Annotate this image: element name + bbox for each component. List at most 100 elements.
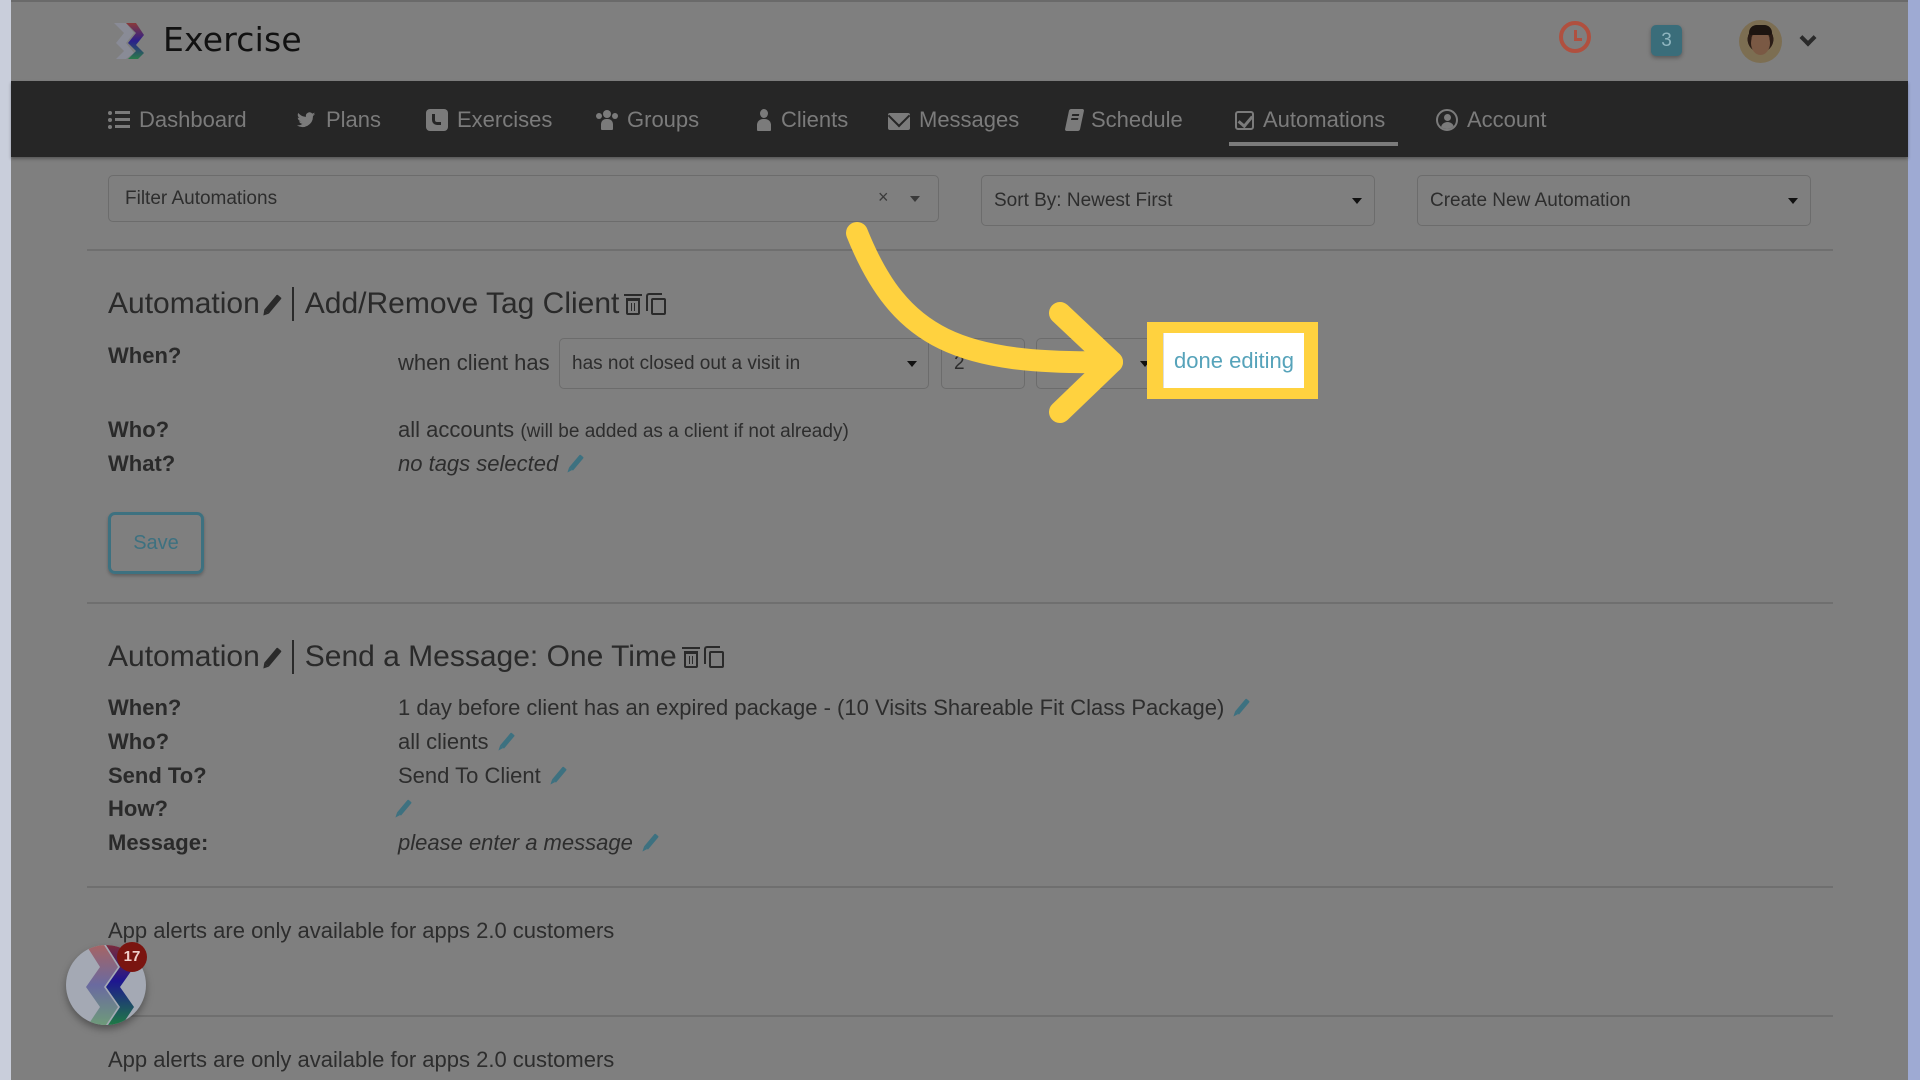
edit-how-pencil-icon[interactable]: [397, 799, 412, 816]
sort-by-value: Sort By: Newest First: [994, 189, 1173, 211]
automation-title: Add/Remove Tag Client: [304, 287, 620, 320]
save-button[interactable]: Save: [108, 512, 204, 574]
send-to-label: Send To?: [108, 763, 207, 788]
message-label: Message:: [108, 830, 209, 855]
book-icon: [1064, 109, 1085, 131]
highlight-box: done editing: [1147, 322, 1318, 399]
chevron-down-icon[interactable]: [1799, 29, 1817, 47]
when-label: When?: [108, 343, 182, 368]
floating-notification-badge[interactable]: 17: [117, 942, 147, 972]
edit-send-to-pencil-icon[interactable]: [551, 766, 567, 783]
edit-when-pencil-icon[interactable]: [1235, 698, 1251, 715]
who-label: Who?: [108, 729, 170, 754]
filter-automations-input[interactable]: Filter Automations ×: [108, 175, 939, 222]
automation-title: Send a Message: One Time: [304, 640, 677, 673]
section-divider: [87, 1015, 1833, 1017]
nav-item-groups[interactable]: Groups: [596, 105, 699, 135]
window-edge-right: [1908, 0, 1920, 1080]
main-nav: Dashboard Plans Exercises Groups Clients…: [11, 81, 1908, 157]
create-new-automation-label: Create New Automation: [1430, 189, 1631, 211]
unit-select[interactable]: [1036, 338, 1161, 389]
app-alerts-notice: App alerts are only available for apps 2…: [108, 1047, 615, 1072]
edit-name-pencil-icon[interactable]: [264, 294, 282, 314]
how-value: [392, 796, 413, 822]
envelope-icon: [888, 112, 910, 130]
done-editing-link[interactable]: done editing: [1163, 333, 1304, 388]
message-value-text: please enter a message: [398, 830, 633, 855]
when-label: When?: [108, 695, 182, 720]
app-logo-icon[interactable]: [112, 21, 152, 61]
nav-item-clients[interactable]: Clients: [756, 105, 848, 135]
nav-item-plans[interactable]: Plans: [295, 105, 381, 135]
condition-select-value: has not closed out a visit in: [572, 352, 801, 374]
edit-name-pencil-icon[interactable]: [264, 647, 282, 667]
count-input-value: 2: [954, 352, 965, 374]
app-header: Exercise 3: [11, 2, 1908, 81]
section-divider: [87, 249, 1833, 251]
window-edge-left: [0, 0, 11, 1080]
section-divider: [87, 602, 1833, 604]
heading-separator: [291, 287, 294, 321]
trash-icon[interactable]: [624, 293, 643, 315]
condition-select[interactable]: has not closed out a visit in: [559, 338, 929, 389]
nav-item-exercises[interactable]: Exercises: [426, 105, 552, 135]
nav-label: Messages: [919, 107, 1020, 132]
nav-item-schedule[interactable]: Schedule: [1064, 105, 1183, 135]
automation-2-heading: Automation Send a Message: One Time: [108, 640, 724, 674]
what-value: no tags selected: [398, 451, 585, 477]
copy-icon[interactable]: [646, 293, 667, 315]
count-input[interactable]: 2: [941, 338, 1025, 389]
who-label: Who?: [108, 417, 170, 442]
when-prefix: when client has: [398, 350, 550, 375]
send-to-value-text: Send To Client: [398, 763, 541, 788]
nav-item-dashboard[interactable]: Dashboard: [108, 105, 247, 135]
nav-item-automations[interactable]: Automations: [1235, 105, 1385, 135]
nav-item-messages[interactable]: Messages: [888, 105, 1019, 135]
how-label: How?: [108, 796, 168, 821]
nav-label: Account: [1467, 107, 1547, 132]
caret-down-icon: [1352, 198, 1362, 204]
user-avatar[interactable]: [1739, 20, 1782, 63]
filter-placeholder: Filter Automations: [125, 187, 278, 209]
heading-separator: [291, 640, 294, 674]
copy-icon[interactable]: [703, 646, 724, 668]
nav-label: Automations: [1263, 107, 1386, 132]
what-label: What?: [108, 451, 176, 476]
twitter-icon: [296, 112, 316, 127]
edit-message-pencil-icon[interactable]: [644, 833, 659, 850]
who-value: all clients: [398, 729, 516, 755]
who-value-text: all clients: [398, 729, 489, 754]
nav-label: Groups: [627, 107, 700, 132]
automation-1-heading: Automation Add/Remove Tag Client: [108, 287, 667, 321]
app-alerts-notice: App alerts are only available for apps 2…: [108, 918, 615, 943]
send-to-value: Send To Client: [398, 763, 568, 789]
automation-heading-prefix: Automation: [108, 287, 260, 320]
user-circle-icon: [1436, 109, 1458, 131]
nav-label: Schedule: [1091, 107, 1183, 132]
edit-who-pencil-icon[interactable]: [499, 732, 515, 749]
nav-item-account[interactable]: Account: [1436, 105, 1547, 135]
clear-filter-icon[interactable]: ×: [878, 187, 889, 208]
user-icon: [756, 109, 772, 131]
sort-by-select[interactable]: Sort By: Newest First: [981, 175, 1375, 226]
create-new-automation-select[interactable]: Create New Automation: [1417, 175, 1811, 226]
active-tab-indicator: [1229, 142, 1398, 146]
edit-tags-pencil-icon[interactable]: [569, 454, 585, 471]
when-value: 1 day before client has an expired packa…: [398, 695, 1251, 721]
trash-icon[interactable]: [681, 646, 700, 668]
nav-label: Exercises: [457, 107, 553, 132]
message-value: please enter a message: [398, 830, 660, 856]
who-value: all accounts (will be added as a client …: [398, 417, 849, 443]
automation-heading-prefix: Automation: [108, 640, 260, 673]
what-value-text: no tags selected: [398, 451, 559, 476]
clock-icon[interactable]: [1559, 21, 1591, 53]
avatar-hair: [1749, 25, 1772, 35]
nav-label: Clients: [781, 107, 849, 132]
list-icon: [108, 109, 130, 131]
app-title: Exercise: [163, 20, 302, 59]
notification-badge[interactable]: 3: [1651, 25, 1682, 56]
section-divider: [87, 886, 1833, 888]
users-icon: [596, 109, 618, 131]
caret-down-icon[interactable]: [910, 196, 920, 202]
who-note: (will be added as a client if not alread…: [520, 421, 849, 442]
